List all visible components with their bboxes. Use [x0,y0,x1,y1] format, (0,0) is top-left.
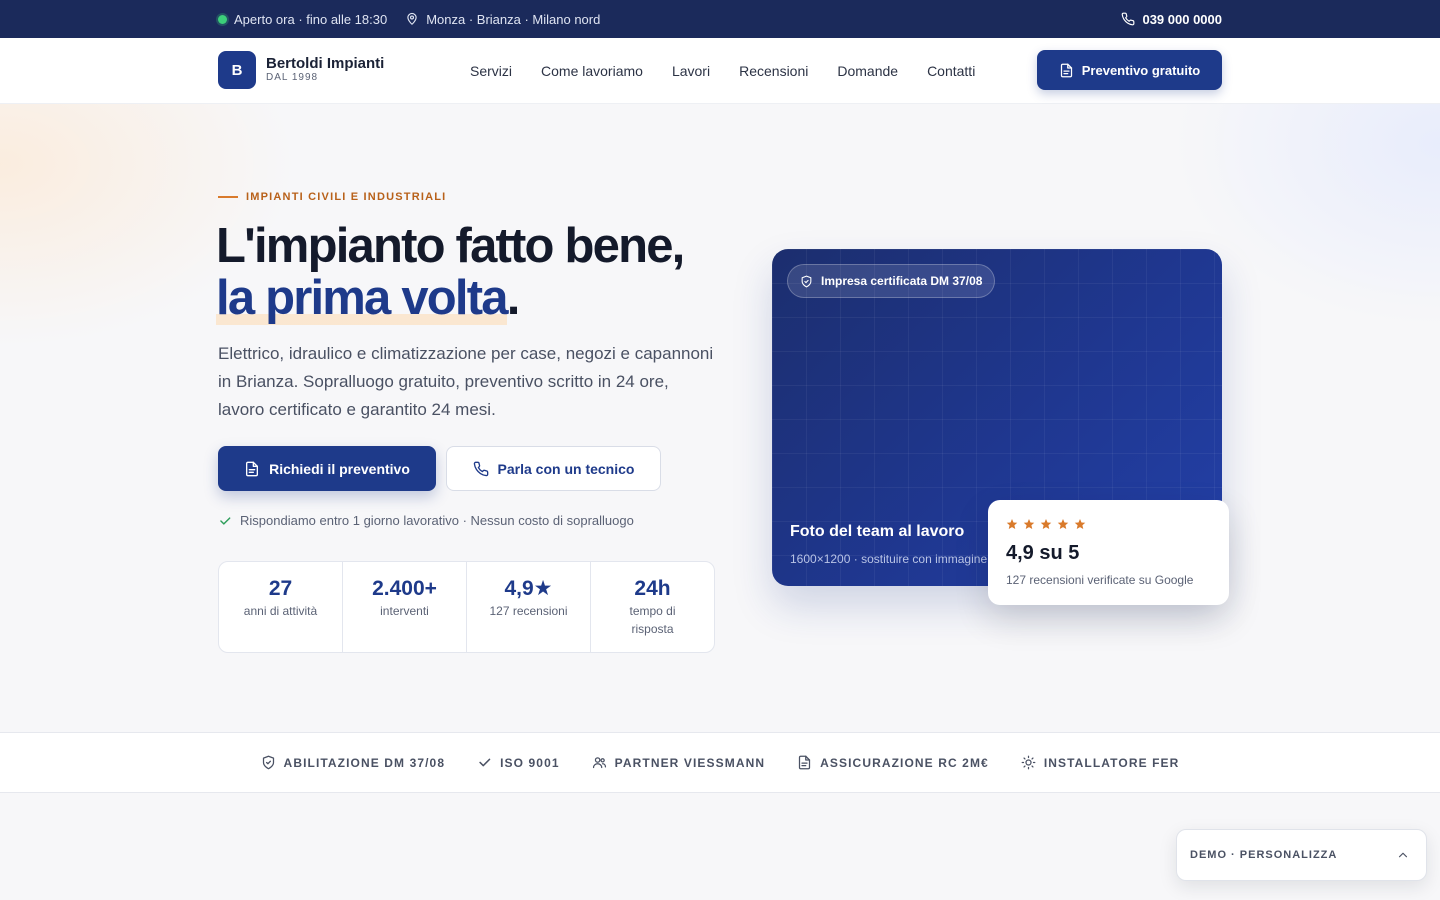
cert-dm-37-08: ABILITAZIONE DM 37/08 [261,755,446,770]
response-note: Rispondiamo entro 1 giorno lavorativo · … [218,513,634,528]
nav-item-recensioni[interactable]: Recensioni [739,63,808,79]
phone-icon [473,461,488,476]
stat-label: tempo di risposta [629,604,676,636]
map-pin-icon [407,12,417,25]
location: Monza · Brianza · Milano nord [405,12,600,27]
talk-to-technician-button[interactable]: Parla con un tecnico [446,446,661,491]
stat-value: 24h [634,577,671,600]
check-icon [479,758,491,767]
eyebrow-line [218,196,238,198]
stat-label: interventi [380,604,429,618]
cert-label: INSTALLATORE FER [1043,755,1180,770]
shield-check-icon [262,755,274,770]
stat-value: 27 [268,577,293,600]
certified-badge-text: Impresa certificata DM 37/08 [821,274,983,288]
free-quote-label: Preventivo gratuito [1081,62,1201,78]
hero-lead: Elettrico, idraulico e climatizzazione p… [218,344,714,419]
document-icon [1060,63,1072,77]
shield-icon [801,275,812,287]
star-icon [1057,519,1069,529]
nav-item-servizi[interactable]: Servizi [470,63,512,79]
cert-insurance: ASSICURAZIONE RC 2M€ [797,755,989,770]
brand-since: DAL 1998 [266,72,319,83]
request-quote-button[interactable]: Richiedi il preventivo [218,446,436,491]
cert-label: PARTNER VIESSMANN [614,755,766,770]
logo-mark: B [218,51,256,89]
review-subtitle: 127 recensioni verificate su Google [1006,573,1194,587]
rating-stars [1006,518,1086,530]
certifications-strip: ABILITAZIONE DM 37/08 ISO 9001 PARTNER V… [0,732,1440,793]
talk-to-technician-label: Parla con un tecnico [497,460,635,477]
response-note-text: Rispondiamo entro 1 giorno lavorativo · … [240,513,634,528]
certified-badge: Impresa certificata DM 37/08 [787,264,996,298]
nav-item-domande[interactable]: Domande [837,63,898,79]
stat-response-time: 24h tempo di risposta [591,562,714,652]
photo-subtitle: 1600×1200 · sostituire con immagine [790,552,988,566]
hero-title-accent: la prima volta [216,271,509,325]
nav-item-contatti[interactable]: Contatti [927,63,975,79]
hero-eyebrow: IMPIANTI CIVILI E INDUSTRIALI [218,191,446,203]
nav-item-come-lavoriamo[interactable]: Come lavoriamo [541,63,643,79]
stat-label: anni di attività [243,604,318,618]
location-text: Monza · Brianza · Milano nord [426,11,601,27]
document-icon [799,755,811,770]
main-nav: Servizi Come lavoriamo Lavori Recensioni… [470,38,975,104]
eyebrow-text: IMPIANTI CIVILI E INDUSTRIALI [246,191,447,203]
hero-background [0,104,1440,732]
cert-label: ASSICURAZIONE RC 2M€ [820,755,989,770]
review-card: 4,9 su 5 127 recensioni verificate su Go… [988,500,1229,605]
demo-label: DEMO · PERSONALIZZA [1190,849,1338,861]
status-dot-icon [218,14,227,24]
cert-label: ABILITAZIONE DM 37/08 [283,755,446,770]
site-header: B Bertoldi Impianti DAL 1998 Servizi Com… [0,38,1440,104]
demo-customize-toggle[interactable]: DEMO · PERSONALIZZA [1176,829,1427,881]
star-icon [1074,519,1086,529]
star-icon [1023,519,1035,529]
opening-status: Aperto ora · fino alle 18:30 [218,12,387,27]
check-icon [220,516,231,525]
cert-iso-9001: ISO 9001 [477,755,560,770]
cert-installatore-fer: INSTALLATORE FER [1021,755,1180,770]
top-bar: Aperto ora · fino alle 18:30 Monza · Bri… [0,0,1440,38]
phone-number: 039 000 0000 [1142,11,1222,27]
hero-title-end: . [506,271,521,325]
stats-panel: 27 anni di attività 2.400+ interventi 4,… [218,561,715,653]
hero-title: L'impianto fatto bene, la prima volta. [216,219,685,325]
cert-partner-viessmann: PARTNER VIESSMANN [592,755,766,770]
stat-rating: 4,9★ 127 recensioni [467,562,591,652]
phone-icon [1122,12,1135,26]
brand-name: Bertoldi Impianti [266,55,385,72]
chevron-up-icon [1398,852,1408,858]
users-icon [592,757,606,769]
star-icon [1006,519,1018,529]
photo-title: Foto del team al lavoro [790,523,965,540]
brand-logo-link[interactable]: B Bertoldi Impianti DAL 1998 [218,51,384,89]
sun-icon [1021,755,1036,770]
stat-jobs: 2.400+ interventi [343,562,467,652]
document-icon [246,461,259,476]
stat-years: 27 anni di attività [219,562,343,652]
opening-status-text: Aperto ora · fino alle 18:30 [234,11,388,27]
cert-label: ISO 9001 [500,755,560,770]
stat-value: 4,9★ [504,577,553,600]
review-score: 4,9 su 5 [1006,542,1080,564]
stat-value: 2.400+ [372,577,437,600]
free-quote-button[interactable]: Preventivo gratuito [1037,50,1222,90]
request-quote-label: Richiedi il preventivo [269,460,410,477]
stat-label: 127 recensioni [489,604,568,618]
hero-title-line1: L'impianto fatto bene, [216,219,685,273]
topbar-phone-link[interactable]: 039 000 0000 [1121,12,1222,27]
star-icon [1040,519,1052,529]
nav-item-lavori[interactable]: Lavori [672,63,710,79]
